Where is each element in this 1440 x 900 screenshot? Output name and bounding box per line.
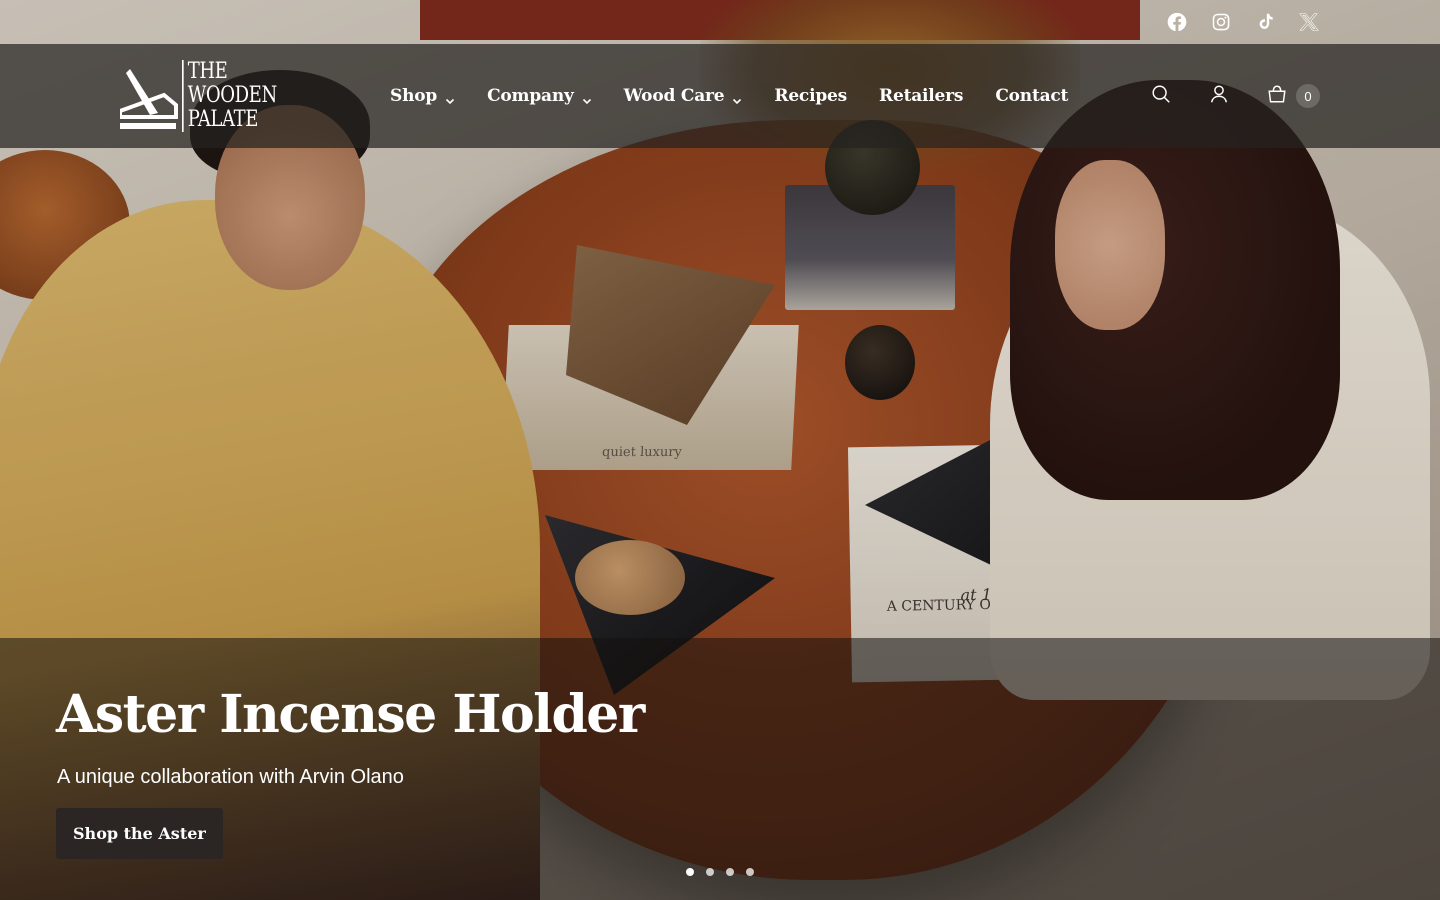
nav-item-retailers[interactable]: Retailers <box>879 86 963 106</box>
tiktok-icon[interactable] <box>1254 11 1276 33</box>
nav-item-label: Company <box>487 86 574 106</box>
logo-wordmark: THE WOODEN PALATE <box>182 60 277 132</box>
nav-item-wood-care[interactable]: Wood Care <box>624 86 743 106</box>
logo-line-2: WOODEN <box>187 83 277 108</box>
chevron-down-icon <box>732 91 742 105</box>
slide-dot[interactable] <box>686 868 694 876</box>
shopping-bag-icon <box>1266 83 1288 110</box>
nav-item-company[interactable]: Company <box>487 86 592 106</box>
facebook-icon[interactable] <box>1166 11 1188 33</box>
slide-dot[interactable] <box>706 868 714 876</box>
account-icon[interactable] <box>1208 83 1230 110</box>
main-nav: Shop Company Wood Care Recipes Retailers… <box>390 44 1068 148</box>
x-icon[interactable] <box>1298 11 1320 33</box>
hero-title: Aster Incense Holder <box>56 684 645 745</box>
search-icon[interactable] <box>1150 83 1172 110</box>
social-links <box>1166 0 1320 44</box>
logo-line-3: PALATE <box>187 107 259 132</box>
header-actions: 0 <box>1150 44 1320 148</box>
logo-mark-icon <box>118 61 178 131</box>
slide-dot[interactable] <box>726 868 734 876</box>
brand-logo[interactable]: THE WOODEN PALATE <box>118 58 277 134</box>
cart-button[interactable]: 0 <box>1266 83 1320 110</box>
cart-count-badge: 0 <box>1296 84 1320 108</box>
nav-item-contact[interactable]: Contact <box>995 86 1068 106</box>
instagram-icon[interactable] <box>1210 11 1232 33</box>
shop-the-aster-button[interactable]: Shop the Aster <box>56 808 223 859</box>
nav-item-label: Retailers <box>879 86 964 106</box>
hero-caption: Aster Incense Holder A unique collaborat… <box>0 638 1440 900</box>
slide-dot[interactable] <box>746 868 754 876</box>
hero-subtitle: A unique collaboration with Arvin Olano <box>57 766 404 788</box>
nav-item-label: Recipes <box>774 86 848 106</box>
site-header: THE WOODEN PALATE Shop Company Wood Care… <box>0 44 1440 148</box>
nav-item-shop[interactable]: Shop <box>390 86 455 106</box>
chevron-down-icon <box>582 91 592 105</box>
slider-pagination <box>686 868 754 876</box>
chevron-down-icon <box>445 91 455 105</box>
logo-line-1: THE <box>187 59 228 84</box>
nav-item-recipes[interactable]: Recipes <box>774 86 847 106</box>
nav-item-label: Wood Care <box>623 86 725 106</box>
nav-item-label: Contact <box>995 86 1069 106</box>
nav-item-label: Shop <box>390 86 438 106</box>
